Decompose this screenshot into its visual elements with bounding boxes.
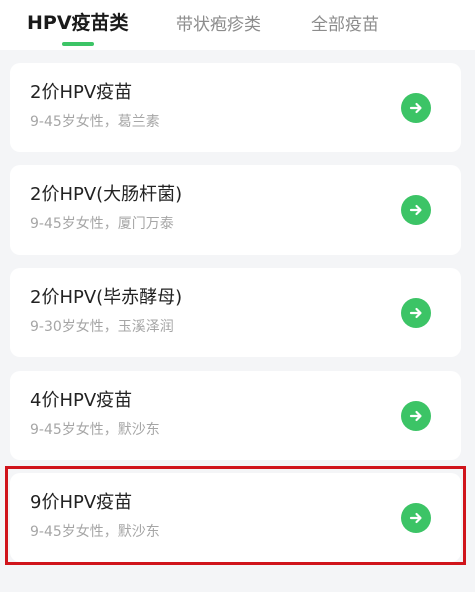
tab-shingles-vaccines[interactable]: 带状疱疹类 bbox=[176, 10, 261, 35]
active-tab-indicator bbox=[62, 42, 94, 46]
highlight-box bbox=[5, 466, 466, 565]
vaccine-card-subtitle: 9-45岁女性，厦门万泰 bbox=[30, 216, 174, 232]
arrow-right-circle-icon[interactable] bbox=[401, 195, 431, 225]
vaccine-card-subtitle: 9-45岁女性，葛兰素 bbox=[30, 114, 160, 130]
vaccine-card-2valent-hpv[interactable]: 2价HPV疫苗 9-45岁女性，葛兰素 bbox=[10, 63, 461, 152]
vaccine-card-2valent-hpv-ecoli[interactable]: 2价HPV(大肠杆菌) 9-45岁女性，厦门万泰 bbox=[10, 165, 461, 255]
vaccine-card-title: 2价HPV疫苗 bbox=[30, 82, 133, 103]
vaccine-card-4valent-hpv[interactable]: 4价HPV疫苗 9-45岁女性，默沙东 bbox=[10, 371, 461, 460]
vaccine-card-subtitle: 9-30岁女性，玉溪泽润 bbox=[30, 319, 174, 335]
vaccine-card-title: 4价HPV疫苗 bbox=[30, 390, 133, 411]
vaccine-card-title: 2价HPV(毕赤酵母) bbox=[30, 287, 183, 308]
arrow-right-circle-icon[interactable] bbox=[401, 93, 431, 123]
vaccine-card-2valent-hpv-pichia[interactable]: 2价HPV(毕赤酵母) 9-30岁女性，玉溪泽润 bbox=[10, 268, 461, 357]
category-tab-bar: HPV疫苗类 带状疱疹类 全部疫苗 bbox=[0, 0, 475, 50]
tab-all-vaccines[interactable]: 全部疫苗 bbox=[311, 10, 379, 35]
tab-hpv-vaccines[interactable]: HPV疫苗类 bbox=[27, 8, 129, 35]
arrow-right-circle-icon[interactable] bbox=[401, 401, 431, 431]
vaccine-card-title: 2价HPV(大肠杆菌) bbox=[30, 184, 183, 205]
vaccine-card-subtitle: 9-45岁女性，默沙东 bbox=[30, 422, 160, 438]
arrow-right-circle-icon[interactable] bbox=[401, 298, 431, 328]
